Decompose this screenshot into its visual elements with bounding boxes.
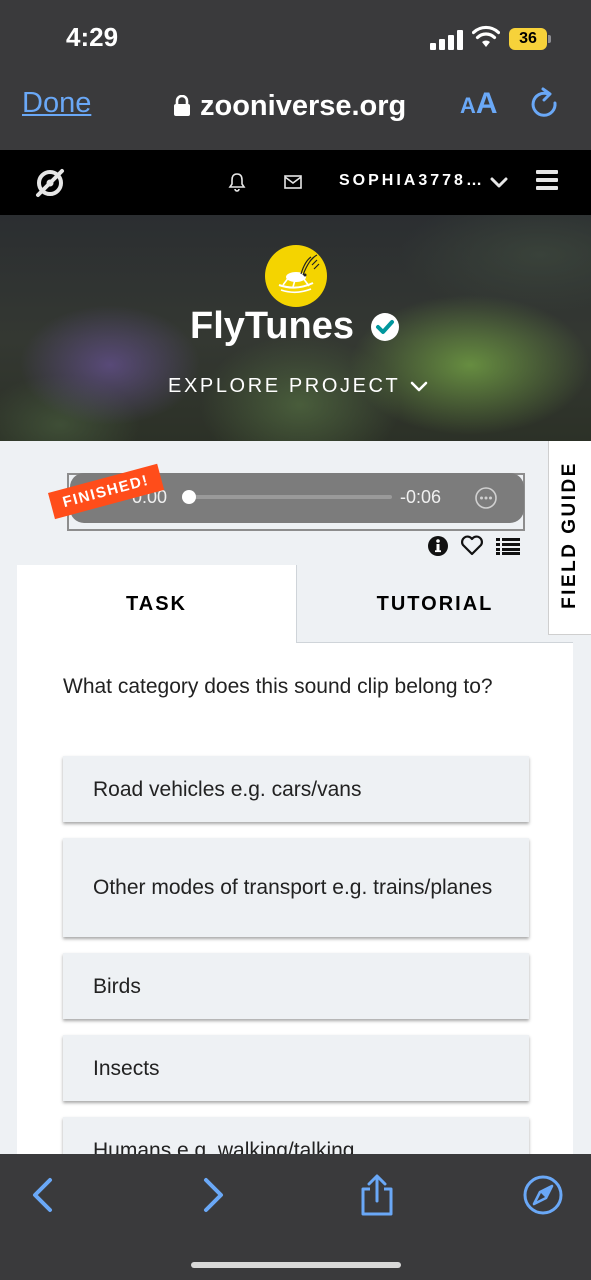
heart-icon[interactable]: [460, 535, 484, 556]
home-indicator[interactable]: [191, 1262, 401, 1268]
project-hero: FlyTunes EXPLORE PROJECT: [0, 215, 591, 441]
address-bar[interactable]: zooniverse.org: [172, 86, 406, 126]
explore-project-dropdown[interactable]: EXPLORE PROJECT: [168, 375, 428, 398]
share-icon[interactable]: [356, 1174, 398, 1216]
forward-icon[interactable]: [192, 1174, 234, 1216]
compass-icon[interactable]: [522, 1174, 564, 1216]
browser-toolbar: Done zooniverse.org AA: [0, 75, 591, 150]
project-title[interactable]: FlyTunes: [190, 305, 354, 348]
audio-remaining-time: -0:06: [400, 487, 442, 507]
zooniverse-logo-icon[interactable]: [33, 166, 67, 200]
audio-scrubber-thumb[interactable]: [182, 490, 196, 504]
field-guide-label: FIELD GUIDE: [559, 461, 580, 609]
cellular-signal-icon: [430, 30, 464, 50]
wifi-icon: [472, 25, 500, 47]
field-guide-tab[interactable]: FIELD GUIDE: [548, 441, 591, 635]
browser-bottom-toolbar: [0, 1154, 591, 1280]
classifier: 0:00 -0:06 FINISHED! TASK TUTORIAL What …: [0, 441, 591, 1154]
answer-button[interactable]: Other modes of transport e.g. trains/pla…: [63, 838, 529, 937]
url-text: zooniverse.org: [200, 89, 407, 122]
collections-list-icon[interactable]: [496, 537, 520, 555]
battery-percent: 36: [519, 30, 537, 47]
more-options-icon[interactable]: [474, 486, 498, 510]
answer-button[interactable]: Insects: [63, 1035, 529, 1101]
site-nav: SOPHIA3778…: [0, 150, 591, 215]
tab-task[interactable]: TASK: [17, 565, 296, 643]
hamburger-menu-icon[interactable]: [536, 170, 558, 192]
status-bar: 4:29 36: [0, 0, 591, 75]
answer-button[interactable]: Birds: [63, 953, 529, 1019]
bell-icon[interactable]: [228, 172, 246, 192]
task-question: What category does this sound clip belon…: [63, 675, 493, 698]
subject-tools: [428, 535, 520, 556]
answer-button[interactable]: Road vehicles e.g. cars/vans: [63, 756, 529, 822]
text-size-button[interactable]: AA: [460, 87, 498, 121]
reload-icon[interactable]: [527, 87, 563, 123]
text-size-big-glyph: A: [475, 87, 498, 120]
chevron-down-icon[interactable]: [490, 174, 508, 192]
battery-icon: 36: [509, 28, 551, 50]
task-tabs: TASK TUTORIAL: [17, 565, 573, 643]
info-icon[interactable]: [428, 535, 448, 556]
audio-scrubber-track[interactable]: [190, 495, 392, 499]
username-menu[interactable]: SOPHIA3778…: [339, 172, 485, 190]
lock-icon: [174, 95, 190, 116]
done-button[interactable]: Done: [22, 87, 91, 120]
text-size-small-glyph: A: [460, 93, 476, 118]
back-icon[interactable]: [22, 1174, 64, 1216]
answer-button[interactable]: Humans e.g. walking/talking: [63, 1117, 529, 1154]
task-panel: What category does this sound clip belon…: [17, 643, 573, 1154]
verified-badge-icon: [371, 313, 399, 341]
cricket-logo-icon: [278, 254, 320, 294]
mail-icon[interactable]: [284, 174, 302, 190]
chevron-down-icon: [411, 381, 428, 391]
project-avatar[interactable]: [265, 245, 327, 307]
status-time: 4:29: [66, 22, 119, 52]
tab-tutorial[interactable]: TUTORIAL: [296, 565, 573, 643]
explore-project-label: EXPLORE PROJECT: [168, 375, 401, 397]
